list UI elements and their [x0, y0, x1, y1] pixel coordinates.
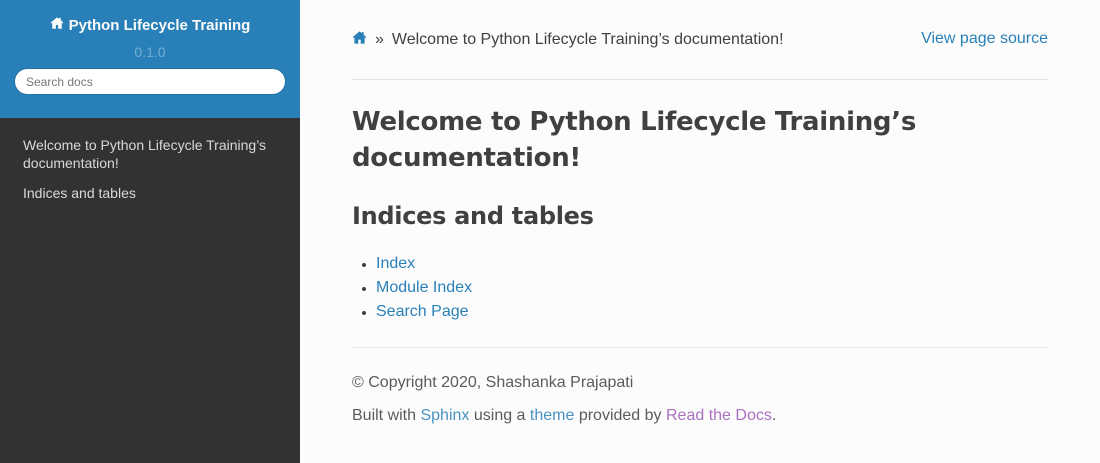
read-the-docs-link[interactable]: Read the Docs [666, 407, 772, 424]
home-icon[interactable] [352, 30, 367, 50]
search-box [14, 68, 286, 95]
page-title: Welcome to Python Lifecycle Training’s d… [352, 107, 916, 173]
sidebar-menu: Welcome to Python Lifecycle Training’s d… [0, 118, 300, 206]
footer: © Copyright 2020, Shashanka Prajapati Bu… [352, 347, 1048, 428]
using-a-label: using a [473, 407, 526, 424]
module-index-link[interactable]: Module Index [376, 279, 472, 296]
indices-list: Index Module Index Search Page [376, 252, 1048, 324]
list-item: Index [376, 252, 1048, 276]
home-icon [50, 14, 64, 38]
search-page-link[interactable]: Search Page [376, 303, 469, 320]
theme-link[interactable]: theme [530, 407, 574, 424]
sphinx-link[interactable]: Sphinx [420, 407, 469, 424]
view-page-source-link[interactable]: View page source [921, 30, 1048, 48]
list-item: Module Index [376, 276, 1048, 300]
section-title: Indices and tables [352, 202, 594, 230]
index-link[interactable]: Index [376, 255, 415, 272]
built-with-text: Built with Sphinx using a theme provided… [352, 404, 1048, 428]
sidebar: Python Lifecycle Training 0.1.0 Welcome … [0, 0, 300, 463]
sidebar-item-welcome[interactable]: Welcome to Python Lifecycle Training’s d… [0, 134, 300, 176]
breadcrumb-trail: » Welcome to Python Lifecycle Training’s… [352, 30, 784, 50]
sidebar-header: Python Lifecycle Training 0.1.0 [0, 0, 300, 118]
version-label: 0.1.0 [134, 44, 166, 60]
list-item: Search Page [376, 300, 1048, 324]
sidebar-item-indices-and-tables[interactable]: Indices and tables [0, 182, 300, 206]
breadcrumb-separator: » [375, 31, 384, 48]
project-title: Python Lifecycle Training [68, 17, 251, 34]
main-content: » Welcome to Python Lifecycle Training’s… [352, 0, 1048, 428]
provided-by-label: provided by [578, 407, 662, 424]
copyright-text: © Copyright 2020, Shashanka Prajapati [352, 374, 634, 391]
search-input[interactable] [26, 74, 274, 89]
breadcrumb: » Welcome to Python Lifecycle Training’s… [352, 0, 1048, 80]
project-home-link[interactable]: Python Lifecycle Training [50, 14, 251, 38]
footer-period: . [771, 407, 777, 424]
built-with-label: Built with [352, 407, 417, 424]
breadcrumb-current: Welcome to Python Lifecycle Training’s d… [391, 31, 784, 48]
